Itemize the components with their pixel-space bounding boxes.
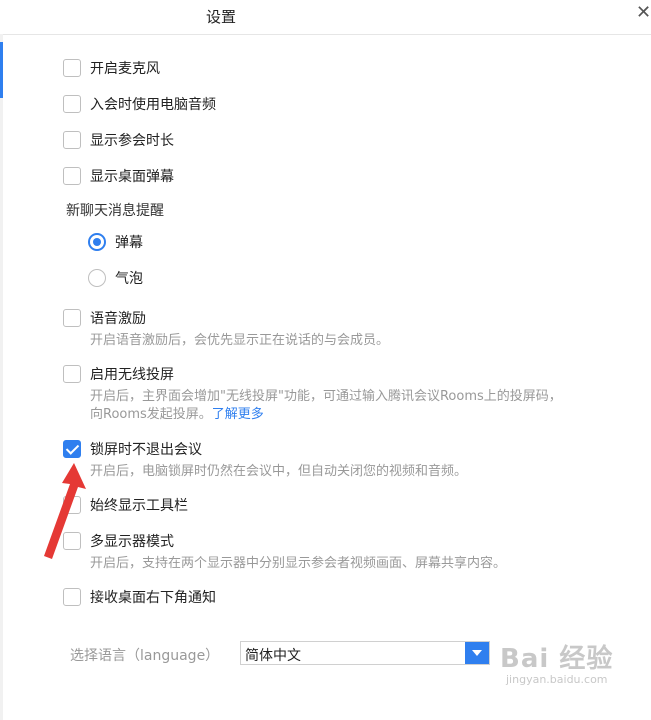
sidebar-edge bbox=[0, 34, 3, 720]
sidebar-active-indicator bbox=[0, 42, 3, 98]
radio-icon[interactable] bbox=[88, 269, 106, 287]
checkbox-label: 显示参会时长 bbox=[90, 133, 174, 149]
annotation-arrow-icon bbox=[44, 463, 86, 559]
checkbox-icon[interactable] bbox=[63, 131, 81, 149]
multi-display-description: 开启后，支持在两个显示器中分别显示参会者视频画面、屏幕共享内容。 bbox=[90, 556, 507, 571]
checkbox-desktop-danmaku[interactable]: 显示桌面弹幕 bbox=[63, 166, 174, 186]
chevron-down-icon[interactable] bbox=[465, 642, 489, 664]
watermark-main: Bai 经验 bbox=[500, 644, 614, 674]
checkbox-icon[interactable] bbox=[63, 309, 81, 327]
checkbox-show-duration[interactable]: 显示参会时长 bbox=[63, 130, 174, 150]
checkbox-wireless-screen[interactable]: 启用无线投屏 bbox=[63, 364, 174, 384]
checkbox-icon[interactable] bbox=[63, 59, 81, 77]
checkbox-label: 启用无线投屏 bbox=[90, 367, 174, 383]
window-title: 设置 bbox=[206, 8, 237, 26]
checkbox-label: 开启麦克风 bbox=[90, 61, 160, 77]
title-bar: 设置 ✕ bbox=[0, 0, 651, 35]
checkbox-computer-audio[interactable]: 入会时使用电脑音频 bbox=[63, 94, 216, 114]
checkbox-label: 始终显示工具栏 bbox=[90, 498, 188, 514]
watermark-logo: Bai 经验 jingyan.baidu.com bbox=[500, 638, 613, 686]
checkbox-desktop-notify[interactable]: 接收桌面右下角通知 bbox=[63, 587, 216, 607]
checkbox-label: 锁屏时不退出会议 bbox=[90, 442, 202, 458]
lock-screen-description: 开启后，电脑锁屏时仍然在会议中，但自动关闭您的视频和音频。 bbox=[90, 464, 468, 479]
radio-label: 气泡 bbox=[115, 271, 143, 287]
checkbox-mic[interactable]: 开启麦克风 bbox=[63, 58, 160, 78]
checkbox-icon[interactable] bbox=[63, 167, 81, 185]
checkbox-label: 接收桌面右下角通知 bbox=[90, 590, 216, 606]
checkbox-icon[interactable] bbox=[63, 95, 81, 113]
close-icon[interactable]: ✕ bbox=[636, 2, 651, 23]
checkbox-label: 多显示器模式 bbox=[90, 534, 174, 550]
language-select[interactable]: 简体中文 bbox=[240, 641, 490, 665]
wireless-screen-desc-text: 开启后，主界面会增加"无线投屏"功能，可通过输入腾讯会议Rooms上的投屏码，向… bbox=[90, 389, 562, 422]
checkbox-icon[interactable] bbox=[63, 365, 81, 383]
wireless-screen-description: 开启后，主界面会增加"无线投屏"功能，可通过输入腾讯会议Rooms上的投屏码，向… bbox=[90, 388, 570, 424]
language-value: 简体中文 bbox=[245, 648, 301, 664]
voice-excitation-description: 开启语音激励后，会优先显示正在说话的与会成员。 bbox=[90, 333, 390, 348]
checkbox-label: 入会时使用电脑音频 bbox=[90, 97, 216, 113]
checkbox-voice-excitation[interactable]: 语音激励 bbox=[63, 308, 146, 328]
radio-bubble[interactable]: 气泡 bbox=[88, 268, 143, 288]
chat-reminder-heading: 新聊天消息提醒 bbox=[66, 203, 164, 219]
radio-selected-icon[interactable] bbox=[88, 233, 106, 251]
checkbox-label: 显示桌面弹幕 bbox=[90, 169, 174, 185]
radio-label: 弹幕 bbox=[115, 235, 143, 251]
learn-more-link[interactable]: 了解更多 bbox=[212, 407, 264, 422]
checkbox-label: 语音激励 bbox=[90, 311, 146, 327]
language-label: 选择语言（language） bbox=[70, 648, 220, 664]
watermark-sub: jingyan.baidu.com bbox=[506, 673, 608, 686]
radio-danmaku[interactable]: 弹幕 bbox=[88, 232, 143, 252]
checkbox-icon[interactable] bbox=[63, 588, 81, 606]
